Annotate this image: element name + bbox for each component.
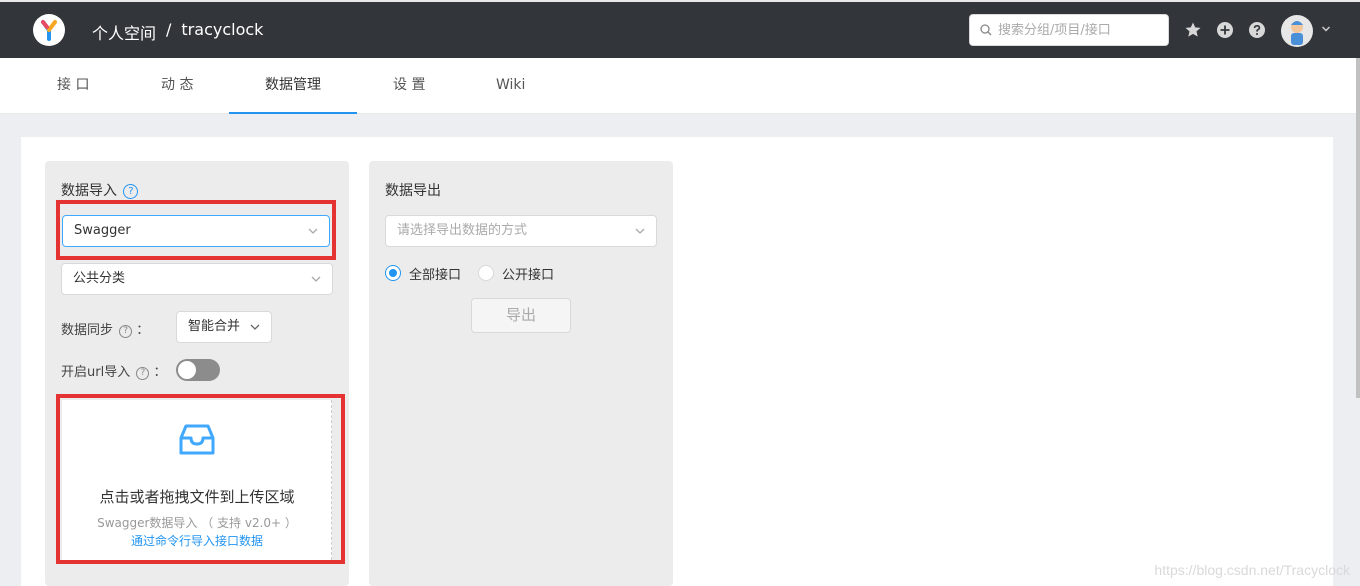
search-box[interactable] <box>969 14 1169 46</box>
help-icon[interactable]: ? <box>136 367 150 380</box>
radio-public-label: 公开接口 <box>502 267 555 283</box>
export-method-select[interactable]: 请选择导出数据的方式 <box>385 215 657 247</box>
radio-dot <box>385 265 401 281</box>
top-navbar: 个人空间 / tracyclock <box>0 0 1360 58</box>
chevron-down-icon <box>250 324 260 330</box>
yapi-logo[interactable] <box>33 14 65 46</box>
breadcrumb-project[interactable]: tracyclock <box>181 20 263 44</box>
add-icon[interactable] <box>1216 21 1234 39</box>
category-select[interactable]: 公共分类 <box>61 263 333 295</box>
sync-mode-value: 智能合并 <box>188 319 241 334</box>
breadcrumb-separator: / <box>166 20 172 39</box>
url-import-label-text: 开启url导入 <box>61 365 131 380</box>
watermark: https://blog.csdn.net/Tracyclock <box>1154 562 1350 578</box>
breadcrumb: 个人空间 / tracyclock <box>92 20 263 44</box>
project-tabs: 接 口 动 态 数据管理 设 置 Wiki <box>0 58 1356 114</box>
url-import-label: 开启url导入 ? ： <box>61 361 167 380</box>
tab-data-management[interactable]: 数据管理 <box>229 58 357 114</box>
url-import-toggle[interactable] <box>176 359 220 381</box>
star-icon[interactable] <box>1184 21 1202 39</box>
highlight-box <box>56 200 336 260</box>
sync-colon: ： <box>136 323 150 338</box>
import-title-text: 数据导入 <box>61 183 117 199</box>
sync-label: 数据同步 ? ： <box>61 319 149 338</box>
radio-dot <box>478 265 494 281</box>
breadcrumb-space[interactable]: 个人空间 <box>92 20 156 44</box>
user-avatar[interactable] <box>1281 15 1313 47</box>
tab-wiki[interactable]: Wiki <box>496 58 525 114</box>
scrollbar[interactable] <box>1356 58 1360 398</box>
toggle-knob <box>178 361 196 379</box>
search-icon <box>980 24 992 36</box>
radio-all-label: 全部接口 <box>409 267 462 283</box>
export-title: 数据导出 <box>385 183 441 199</box>
sync-label-text: 数据同步 <box>61 323 114 338</box>
url-import-colon: ： <box>153 365 167 380</box>
chevron-down-icon[interactable] <box>1321 24 1331 34</box>
category-value: 公共分类 <box>73 271 126 286</box>
tab-interface[interactable]: 接 口 <box>57 58 89 114</box>
chevron-down-icon <box>635 228 645 234</box>
export-button[interactable]: 导出 <box>471 298 571 333</box>
help-icon[interactable]: ? <box>119 325 133 338</box>
chevron-down-icon <box>311 276 321 282</box>
radio-all-interfaces[interactable]: 全部接口 <box>385 264 462 283</box>
search-input[interactable] <box>998 22 1158 38</box>
radio-public-interfaces[interactable]: 公开接口 <box>478 264 555 283</box>
highlight-box <box>56 394 345 564</box>
export-method-placeholder: 请选择导出数据的方式 <box>397 223 528 238</box>
tab-settings[interactable]: 设 置 <box>393 58 425 114</box>
help-icon[interactable] <box>1248 21 1266 39</box>
import-title: 数据导入 ? <box>61 180 139 200</box>
tab-activity[interactable]: 动 态 <box>161 58 193 114</box>
sync-mode-select[interactable]: 智能合并 <box>176 311 272 343</box>
help-icon[interactable]: ? <box>123 184 139 199</box>
